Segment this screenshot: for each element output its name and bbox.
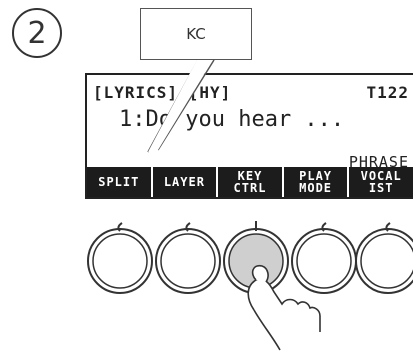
callout-text: KC (186, 25, 206, 43)
callout-box: KC (140, 8, 252, 60)
